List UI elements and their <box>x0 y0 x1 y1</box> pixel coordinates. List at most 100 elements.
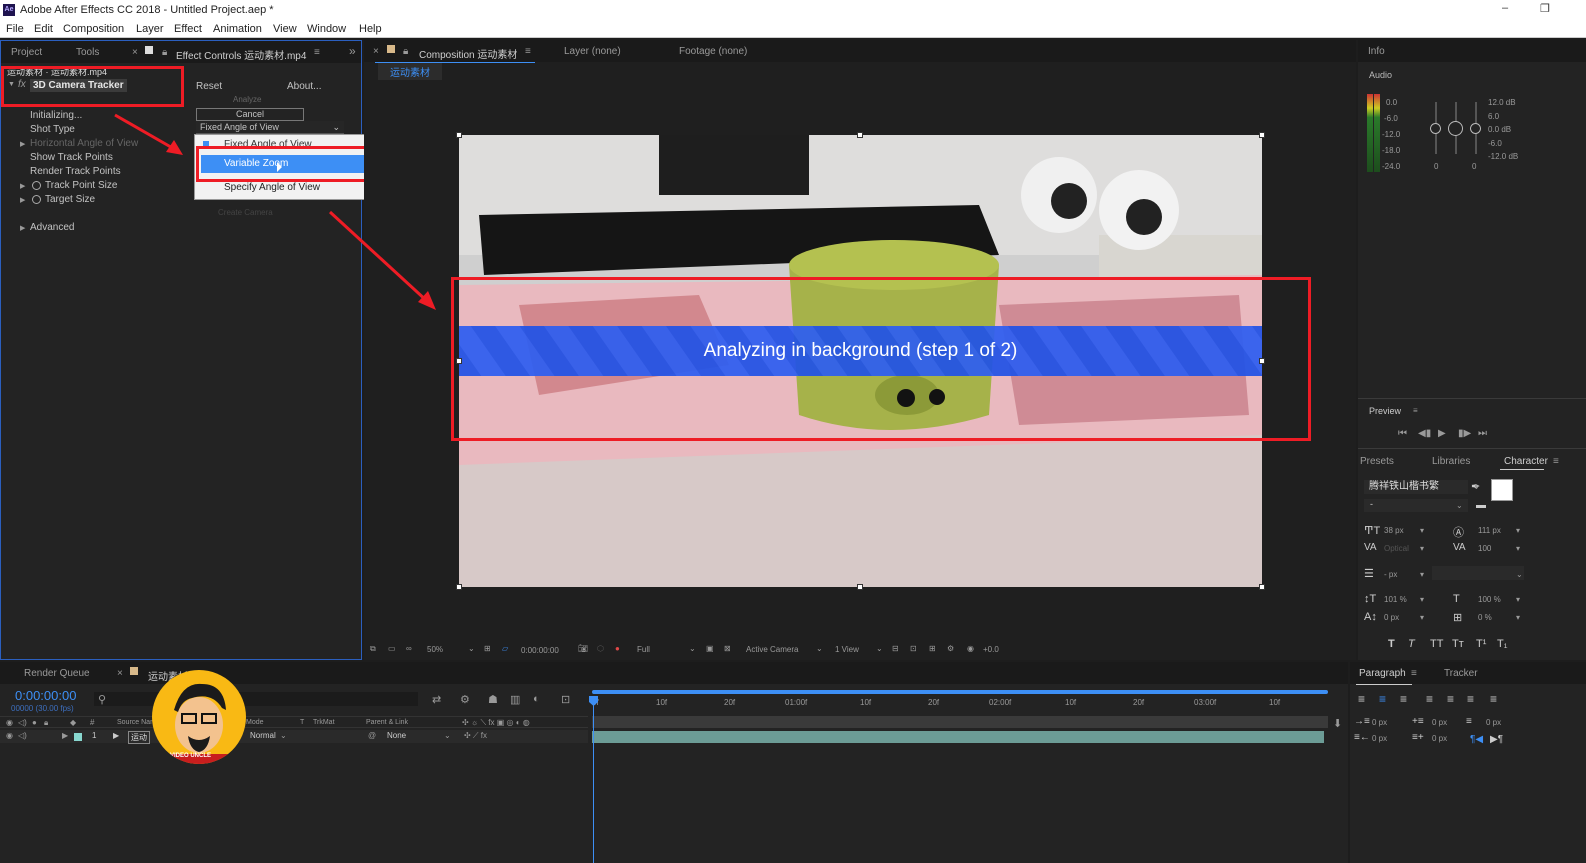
audio-icon[interactable]: ◁) <box>18 718 27 727</box>
justify-all-icon[interactable]: ≡ <box>1490 692 1497 706</box>
font-size-value[interactable]: 38 px <box>1384 526 1404 535</box>
layer-switches-icon[interactable]: ✣ ⟋ fx <box>464 731 487 741</box>
chevron-down-icon[interactable]: ⌄ <box>1456 501 1463 510</box>
work-area-bar[interactable] <box>592 690 1328 694</box>
chevron-down-icon[interactable]: ▾ <box>1420 613 1424 622</box>
tab-paragraph[interactable]: Paragraph <box>1359 668 1406 679</box>
audio-icon[interactable]: ◁) <box>18 731 27 740</box>
chevron-down-icon[interactable]: ▾ <box>1420 570 1424 579</box>
rtl-direction-icon[interactable]: ▶¶ <box>1490 734 1503 745</box>
label-icon[interactable]: ◆ <box>70 718 76 727</box>
baseline-shift-value[interactable]: 0 px <box>1384 613 1399 622</box>
font-style-select[interactable]: - <box>1364 499 1468 512</box>
frame-blending-icon[interactable]: ▥ <box>510 693 520 706</box>
horizontal-scale-value[interactable]: 100 % <box>1478 595 1501 604</box>
small-caps-button[interactable]: Tт <box>1452 638 1464 650</box>
column-trkmat[interactable]: TrkMat <box>313 719 335 726</box>
panel-menu-icon[interactable]: ≡ <box>1553 456 1559 467</box>
faux-italic-button[interactable]: T <box>1408 638 1415 650</box>
table-row[interactable]: ◉ ◁) ▶ 1 ▶ 运动 Normal ⌄ @ None ⌄ ✣ ⟋ fx <box>0 730 588 744</box>
shy-icon[interactable]: ☗ <box>488 693 498 706</box>
align-center-icon[interactable]: ≡ <box>1379 692 1386 706</box>
layer-label-color[interactable] <box>74 733 82 741</box>
timeline-timecode[interactable]: 0:00:00:00 <box>15 688 76 703</box>
justify-center-icon[interactable]: ≡ <box>1447 692 1454 706</box>
tab-info[interactable]: Info <box>1368 46 1385 57</box>
previous-frame-icon[interactable]: ◀▮ <box>1418 428 1431 439</box>
panel-menu-icon[interactable]: ≡ <box>1413 406 1418 415</box>
eye-icon[interactable]: ◉ <box>6 731 13 740</box>
chevron-down-icon[interactable]: ▾ <box>1516 595 1520 604</box>
column-mode[interactable]: Mode <box>246 719 264 726</box>
draft-3d-icon[interactable]: ⚙ <box>460 693 470 706</box>
all-caps-button[interactable]: TT <box>1430 638 1443 650</box>
vertical-scale-value[interactable]: 101 % <box>1384 595 1407 604</box>
superscript-button[interactable]: T¹ <box>1476 638 1486 650</box>
expand-triangle-icon[interactable]: ▶ <box>62 731 68 740</box>
justify-left-icon[interactable]: ≡ <box>1426 692 1433 706</box>
subscript-button[interactable]: T₁ <box>1497 638 1507 650</box>
justify-right-icon[interactable]: ≡ <box>1467 692 1474 706</box>
audio-slider-knob[interactable] <box>1448 121 1463 136</box>
timeline-search-input[interactable] <box>94 692 418 706</box>
close-tab-icon[interactable]: × <box>117 668 123 679</box>
chevron-down-icon[interactable]: ⌄ <box>444 731 451 740</box>
kerning-value[interactable]: Optical <box>1384 544 1409 553</box>
tab-libraries[interactable]: Libraries <box>1432 456 1470 467</box>
tab-presets[interactable]: Presets <box>1360 456 1394 467</box>
faux-bold-button[interactable]: T <box>1388 638 1395 650</box>
tsume-value[interactable]: 0 % <box>1478 613 1492 622</box>
column-parent[interactable]: Parent & Link <box>366 719 408 726</box>
zoom-slider-icon[interactable]: ⬇ <box>1333 717 1342 730</box>
first-frame-icon[interactable]: ⏮ <box>1398 428 1407 439</box>
chevron-down-icon[interactable]: ▾ <box>1420 544 1424 553</box>
stroke-width-value[interactable]: - px <box>1384 570 1397 579</box>
chevron-down-icon[interactable]: ▾ <box>1516 526 1520 535</box>
tab-character[interactable]: Character <box>1504 456 1548 467</box>
align-left-icon[interactable]: ≡ <box>1358 692 1365 706</box>
fill-color-swatch[interactable] <box>1491 479 1513 501</box>
chevron-down-icon[interactable]: ▾ <box>1516 544 1520 553</box>
comp-mini-flowchart-icon[interactable]: ⇄ <box>432 693 441 706</box>
chevron-down-icon[interactable]: ▾ <box>1516 613 1520 622</box>
stroke-style-select[interactable] <box>1432 566 1524 580</box>
layer-mode-select[interactable]: Normal <box>250 731 276 740</box>
font-family-select[interactable]: 腾祥铁山楷书繁 <box>1364 480 1468 494</box>
switches-icon[interactable]: ✣ ☼ ⟍ fx ▣ ◎ ◐ ◍ <box>462 718 530 728</box>
indent-right-value[interactable]: 0 px <box>1372 734 1387 743</box>
panel-menu-icon[interactable]: ≡ <box>1411 668 1417 679</box>
pick-whip-icon[interactable]: @ <box>368 731 376 740</box>
audio-slider-knob[interactable] <box>1430 123 1441 134</box>
eyedropper-icon[interactable]: ✒ <box>1471 480 1480 493</box>
current-time-indicator[interactable] <box>593 696 594 863</box>
layer-name[interactable]: 运动 <box>128 731 150 744</box>
parent-select[interactable]: None <box>387 731 406 740</box>
ltr-direction-icon[interactable]: ¶◀ <box>1470 734 1483 745</box>
audio-slider-knob[interactable] <box>1470 123 1481 134</box>
play-icon[interactable]: ▶ <box>1438 428 1446 439</box>
solo-icon[interactable]: ● <box>32 718 37 727</box>
chevron-down-icon[interactable]: ⌄ <box>1516 570 1523 579</box>
align-right-icon[interactable]: ≡ <box>1400 692 1407 706</box>
indent-left-value[interactable]: 0 px <box>1372 718 1387 727</box>
last-frame-icon[interactable]: ⏭ <box>1478 428 1487 439</box>
indent-first-value[interactable]: 0 px <box>1486 718 1501 727</box>
space-before-value[interactable]: 0 px <box>1432 718 1447 727</box>
timeline-nav-bar[interactable] <box>592 716 1328 728</box>
time-ruler[interactable]: 0f 10f 20f 01:00f 10f 20f 02:00f 10f 20f… <box>592 696 1328 712</box>
eye-icon[interactable]: ◉ <box>6 718 13 727</box>
leading-value[interactable]: 111 px <box>1478 526 1501 535</box>
graph-editor-icon[interactable]: ⊡ <box>561 693 570 706</box>
next-frame-icon[interactable]: ▮▶ <box>1458 428 1471 439</box>
chevron-down-icon[interactable]: ⌄ <box>280 731 287 740</box>
layer-duration-bar[interactable] <box>592 731 1324 743</box>
chevron-down-icon[interactable]: ▾ <box>1420 595 1424 604</box>
chevron-down-icon[interactable]: ▾ <box>1420 526 1424 535</box>
space-after-value[interactable]: 0 px <box>1432 734 1447 743</box>
tab-tracker[interactable]: Tracker <box>1444 668 1478 679</box>
tracking-value[interactable]: 100 <box>1478 544 1491 553</box>
tab-render-queue[interactable]: Render Queue <box>24 668 90 679</box>
lock-icon[interactable]: 🔒︎ <box>44 718 48 728</box>
swatch-icon[interactable]: ▬ <box>1476 500 1486 511</box>
column-t[interactable]: T <box>300 719 304 726</box>
